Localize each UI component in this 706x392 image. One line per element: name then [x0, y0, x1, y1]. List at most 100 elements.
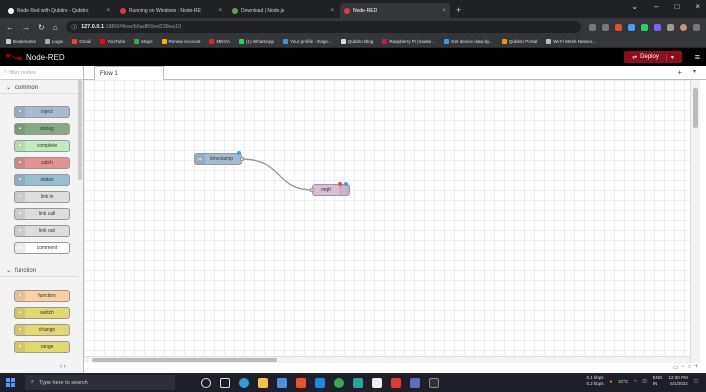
back-icon[interactable]: ←	[6, 23, 14, 32]
chevron-down-icon[interactable]: ▾	[665, 53, 674, 61]
terminal-icon[interactable]	[429, 377, 439, 388]
clock[interactable]: 12:30 PM 5/1/2022	[668, 375, 687, 387]
browser-tab[interactable]: Download | Node.js ×	[228, 3, 338, 18]
palette-node-complete[interactable]: ▪ complete	[14, 140, 70, 152]
deploy-button[interactable]: ⇌ Deploy ▾	[624, 51, 682, 63]
app-icon[interactable]	[372, 377, 382, 388]
navigator-icon[interactable]: ▭	[673, 364, 679, 371]
extension-icon[interactable]	[641, 23, 648, 31]
flow-canvas[interactable]: ⇨ timestamp mqtt ⋮	[84, 80, 690, 363]
scroll-thumb[interactable]	[693, 88, 698, 128]
palette-scrollbar[interactable]	[78, 80, 82, 180]
bookmark-item[interactable]: Get device data by...	[444, 39, 493, 44]
bookmark-item[interactable]: YouTube	[100, 39, 125, 44]
close-icon[interactable]: ×	[218, 8, 222, 14]
palette-node-change[interactable]: ▪ change	[14, 324, 70, 336]
task-view-icon[interactable]	[220, 377, 230, 388]
app-icon[interactable]	[410, 377, 420, 388]
palette-node-debug[interactable]: ▪ debug	[14, 123, 70, 135]
add-flow-icon[interactable]: +	[677, 68, 682, 77]
forward-icon[interactable]: →	[22, 23, 30, 32]
close-icon[interactable]: ×	[106, 8, 110, 14]
palette-node-catch[interactable]: ▪ catch	[14, 157, 70, 169]
chevron-up-icon[interactable]: ^	[634, 379, 636, 384]
chevron-down-icon[interactable]: ▾	[693, 68, 696, 75]
palette-node-switch[interactable]: ▪ switch	[14, 307, 70, 319]
notification-icon[interactable]: ▢	[694, 378, 698, 384]
file-explorer-icon[interactable]	[258, 377, 268, 388]
palette-node-link-in[interactable]: ▪ link in	[14, 191, 70, 203]
palette-node-comment[interactable]: ▪ comment	[14, 242, 70, 254]
zoom-in-icon[interactable]: +	[694, 364, 698, 371]
bookmark-item[interactable]: Renew Account	[161, 39, 200, 44]
store-icon[interactable]	[277, 377, 287, 388]
zoom-out-icon[interactable]: −	[681, 364, 685, 371]
palette-node-link-call[interactable]: ▪ link call	[14, 208, 70, 220]
palette-node-status[interactable]: ▪ status	[14, 174, 70, 186]
palette-node-function[interactable]: ▪ function	[14, 290, 70, 302]
palette-node-range[interactable]: ▪ range	[14, 341, 70, 353]
bookmark-item[interactable]: Raspberry Pi (maste...	[382, 39, 435, 44]
menu-dots-icon[interactable]	[693, 23, 700, 31]
chevron-down-icon[interactable]: ⌄	[631, 2, 638, 11]
zoom-reset-icon[interactable]: ○	[688, 364, 692, 371]
bookmark-item[interactable]: Qubitro Blog	[340, 39, 373, 44]
weather-icon[interactable]: ●	[610, 379, 613, 384]
chrome-icon[interactable]	[334, 377, 344, 388]
output-port[interactable]	[240, 157, 244, 161]
info-icon[interactable]: ⓘ	[72, 23, 78, 31]
hamburger-menu-icon[interactable]: ≡	[695, 51, 700, 63]
close-icon[interactable]: ×	[330, 8, 334, 14]
input-port[interactable]	[310, 188, 314, 192]
profile-avatar-icon[interactable]	[680, 23, 687, 31]
edge-icon[interactable]	[239, 377, 249, 388]
palette-category-function[interactable]: ⌄ function	[0, 265, 78, 277]
puzzle-icon[interactable]	[667, 23, 674, 31]
bookmark-item[interactable]: Wi-Fi Mesh Networ...	[546, 39, 596, 44]
reload-icon[interactable]: ↻	[38, 23, 45, 32]
browser-tab-active[interactable]: Node-RED ×	[340, 3, 450, 18]
canvas-vertical-scrollbar[interactable]	[690, 80, 700, 363]
tab-flow-1[interactable]: Flow 1	[94, 66, 164, 80]
bookmark-item[interactable]: MEGA	[209, 39, 230, 44]
browser-tab[interactable]: Running on Windows : Node-RE ×	[116, 3, 226, 18]
close-icon[interactable]: ×	[442, 8, 446, 14]
flow-node-timestamp[interactable]: ⇨ timestamp	[194, 151, 244, 165]
canvas-horizontal-scrollbar[interactable]	[84, 356, 690, 363]
bookmark-star-icon[interactable]	[602, 23, 609, 31]
home-icon[interactable]: ⌂	[53, 23, 58, 32]
bookmark-item[interactable]: (1) WhatsApp	[238, 39, 274, 44]
vscode-icon[interactable]	[315, 377, 325, 388]
bookmark-item[interactable]: Your profile - Edge...	[283, 39, 332, 44]
palette-search-input[interactable]: ⌕ filter nodes	[0, 66, 83, 80]
palette-footer-controls[interactable]: ‹ ›	[60, 364, 66, 370]
maximize-icon[interactable]: □	[674, 2, 679, 11]
url-input[interactable]: ⓘ 127.0.0.1:1880/#flow/b6adf00ed238ea19	[65, 21, 581, 33]
palette-node-link-out[interactable]: ▪ link out	[14, 225, 70, 237]
flow-node-mqtt[interactable]: mqtt ⋮	[310, 182, 350, 196]
share-icon[interactable]	[589, 23, 596, 31]
minimize-icon[interactable]: –	[654, 2, 658, 11]
bookmark-item[interactable]: Qubitro Portal	[501, 39, 537, 44]
app-icon[interactable]	[391, 377, 401, 388]
app-icon[interactable]	[353, 377, 363, 388]
extension-icon[interactable]	[628, 23, 635, 31]
bookmark-item[interactable]: Gmail	[72, 39, 91, 44]
network-icon[interactable]: ◫	[642, 378, 646, 384]
taskbar-search-input[interactable]: ⌕ Type here to search	[25, 375, 175, 390]
palette-category-common[interactable]: ⌄ common	[0, 82, 78, 94]
language[interactable]: ENG IN	[653, 375, 663, 387]
cortana-icon[interactable]	[201, 377, 211, 388]
scroll-thumb[interactable]	[92, 358, 277, 362]
extension-icon[interactable]	[654, 23, 661, 31]
windows-start-icon[interactable]	[6, 378, 15, 387]
temperature[interactable]: 31°C	[618, 379, 628, 384]
app-icon[interactable]	[296, 377, 306, 388]
extension-icon[interactable]	[615, 23, 622, 31]
bookmark-item[interactable]: Bookmarks	[6, 39, 36, 44]
palette-node-inject[interactable]: ▪ inject	[14, 106, 70, 118]
new-tab-button[interactable]: +	[456, 3, 461, 18]
browser-tab[interactable]: Node Red with Qubitro - Qubitro ×	[4, 3, 114, 18]
bookmark-item[interactable]: Maps	[134, 39, 153, 44]
close-window-icon[interactable]: ×	[695, 2, 700, 11]
